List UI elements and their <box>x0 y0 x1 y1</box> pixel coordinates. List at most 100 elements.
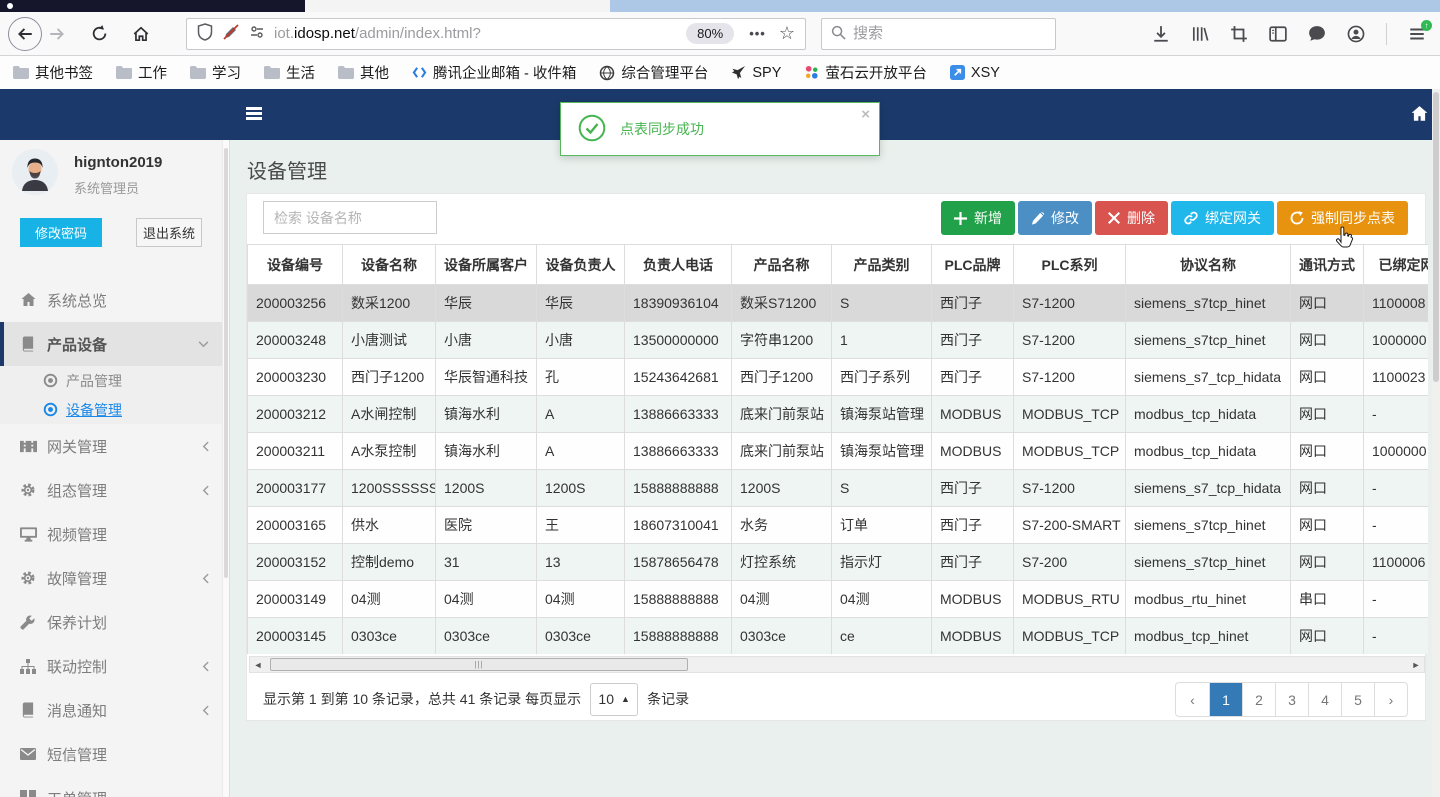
table-row[interactable]: 200003212 A水闸控制 镇海水利 A 13886663333 底来门前泵站 镇海泵站… <box>247 395 1428 433</box>
sidebar-item[interactable]: 组态管理 <box>0 468 229 512</box>
bind-gateway-button[interactable]: 绑定网关 <box>1171 201 1274 235</box>
sidebar-item[interactable]: 视频管理 <box>0 512 229 556</box>
sidebar-subitem[interactable]: 产品管理 <box>0 366 229 395</box>
add-button[interactable]: 新增 <box>941 201 1015 235</box>
shield-icon[interactable] <box>197 23 213 44</box>
sidebar-item[interactable]: 消息通知 <box>0 688 229 732</box>
zoom-badge[interactable]: 80% <box>686 23 735 44</box>
bookmark-label: 腾讯企业邮箱 - 收件箱 <box>433 66 577 82</box>
permissions-icon[interactable] <box>249 25 265 42</box>
screenshot-icon[interactable] <box>1230 25 1248 43</box>
table-row[interactable]: 200003149 04测 04测 04测 15888888888 04测 04测 MODBU… <box>247 580 1428 618</box>
page-button[interactable]: 1 <box>1209 683 1242 716</box>
scroll-right-icon[interactable]: ► <box>1408 657 1424 672</box>
bookmark-item[interactable]: XSY <box>949 65 1000 81</box>
library-icon[interactable] <box>1191 25 1209 43</box>
table-cell: 15878656478 <box>624 543 732 581</box>
download-icon[interactable] <box>1152 25 1170 43</box>
sidebar-subitem[interactable]: 设备管理 <box>0 395 229 424</box>
sidebar-item[interactable]: 网关管理 <box>0 424 229 468</box>
sidebar-item[interactable]: 故障管理 <box>0 556 229 600</box>
table-cell: A水闸控制 <box>342 395 436 433</box>
table-cell: 镇海水利 <box>435 432 537 470</box>
sidebar-item[interactable]: 联动控制 <box>0 644 229 688</box>
account-icon[interactable] <box>1347 25 1365 43</box>
sidebar-scrollbar[interactable] <box>222 140 229 797</box>
logout-button[interactable]: 退出系统 <box>136 218 202 247</box>
sidebar-item[interactable]: 保养计划 <box>0 600 229 644</box>
table-cell: 订单 <box>831 506 932 544</box>
page-button[interactable]: 3 <box>1275 683 1308 716</box>
vertical-scrollbar[interactable] <box>1432 89 1440 797</box>
table-row[interactable]: 200003248 小唐测试 小唐 小唐 13500000000 字符串1200 1 西门子 S… <box>247 321 1428 359</box>
page-size-select[interactable]: 10 ▲ <box>590 682 639 716</box>
page-actions-icon[interactable]: ••• <box>749 26 766 41</box>
table-cell: 网口 <box>1290 284 1364 322</box>
reload-icon[interactable] <box>84 19 114 49</box>
prev-page-button[interactable]: ‹ <box>1176 683 1209 716</box>
bookmark-item[interactable]: 综合管理平台 <box>599 62 708 83</box>
column-header: 协议名称 <box>1125 244 1291 285</box>
bookmark-star-icon[interactable]: ☆ <box>779 23 795 44</box>
table-cell: 04测 <box>831 580 932 618</box>
home-icon[interactable] <box>126 19 156 49</box>
pen-blocked-icon[interactable] <box>222 24 240 43</box>
sidebar-toggle-icon[interactable] <box>246 107 262 122</box>
app-home-icon[interactable] <box>1410 105 1429 126</box>
table-cell: 西门子1200 <box>731 358 832 396</box>
toast-close-icon[interactable]: × <box>861 106 870 123</box>
table-cell: 1000000 <box>1363 321 1428 359</box>
browser-search-input[interactable] <box>853 25 1033 42</box>
bookmark-item[interactable]: 其他书签 <box>13 62 93 83</box>
sidebar-item[interactable]: 产品设备 <box>0 322 229 366</box>
table-cell: 底来门前泵站 <box>731 395 832 433</box>
bookmark-item[interactable]: 工作 <box>116 62 167 83</box>
bookmark-item[interactable]: SPY <box>731 65 781 81</box>
change-password-button[interactable]: 修改密码 <box>20 218 102 247</box>
table-row[interactable]: 200003230 西门子1200 华辰智通科技孔 15243642681 西门子120… <box>247 358 1428 396</box>
page-button[interactable]: 2 <box>1242 683 1275 716</box>
page-button[interactable]: 4 <box>1308 683 1341 716</box>
table-cell: 网口 <box>1290 432 1364 470</box>
table-row[interactable]: 200003177 1200SSSSSS 1200S 1200S 15888888888… <box>247 469 1428 507</box>
sidebar-item[interactable]: 系统总览 <box>0 278 229 322</box>
table-cell: S7-1200 <box>1013 469 1126 507</box>
sidebars-icon[interactable] <box>1269 25 1287 43</box>
scrollbar-thumb[interactable] <box>224 148 228 578</box>
bookmark-item[interactable]: 其他 <box>338 62 389 83</box>
chat-icon[interactable] <box>1308 25 1326 43</box>
url-bar[interactable]: iot.idosp.net/admin/index.html? 80% ••• … <box>186 17 806 50</box>
browser-toolbar: iot.idosp.net/admin/index.html? 80% ••• … <box>0 12 1440 56</box>
table-cell: siemens_s7tcp_hinet <box>1125 284 1291 322</box>
table-row[interactable]: 200003211 A水泵控制 镇海水利 A 13886663333 底来门前泵站 镇海泵站… <box>247 432 1428 470</box>
url-text[interactable]: iot.idosp.net/admin/index.html? <box>274 25 481 42</box>
browser-search[interactable] <box>821 17 1056 50</box>
menu-icon[interactable]: ↑ <box>1408 19 1432 43</box>
delete-button[interactable]: 删除 <box>1095 201 1168 235</box>
table-row[interactable]: 200003145 0303ce 0303ce 0303ce 15888888888 03… <box>247 617 1428 654</box>
sidebar-item[interactable]: 短信管理 <box>0 732 229 776</box>
forward-icon[interactable] <box>42 19 72 49</box>
page-button[interactable]: 5 <box>1341 683 1374 716</box>
next-page-button[interactable]: › <box>1374 683 1407 716</box>
table-row[interactable]: 200003256 数采1200 华辰 华辰 18390936104 数采S71200 S 西… <box>247 284 1428 322</box>
sidebar-item[interactable]: 工单管理 <box>0 776 229 797</box>
bookmark-item[interactable]: 生活 <box>264 62 315 83</box>
device-table: 设备编号 设备名称 设备所属客户 设备负责人 负责人电话 产品名称 产品类别 PLC品牌 PLC… <box>247 244 1428 654</box>
scrollbar-thumb[interactable]: ||| <box>270 658 688 671</box>
back-icon[interactable] <box>8 16 42 51</box>
bookmark-label: 其他书签 <box>35 66 93 82</box>
table-row[interactable]: 200003165 供水 医院王 18607310041 水务 订单 西门子 S7-200-S… <box>247 506 1428 544</box>
force-sync-button[interactable]: 强制同步点表 <box>1277 201 1408 235</box>
table-cell: 0303ce <box>435 617 537 654</box>
bookmark-item[interactable]: 萤石云开放平台 <box>804 62 927 83</box>
horizontal-scrollbar[interactable]: ◄ ||| ► <box>249 656 1425 673</box>
device-search-input[interactable] <box>263 201 437 234</box>
bookmark-item[interactable]: 腾讯企业邮箱 - 收件箱 <box>412 62 576 83</box>
browser-active-tab[interactable] <box>305 0 610 12</box>
edit-button[interactable]: 修改 <box>1018 201 1092 235</box>
scroll-left-icon[interactable]: ◄ <box>250 657 266 672</box>
bookmark-item[interactable]: 学习 <box>190 62 241 83</box>
table-row[interactable]: 200003152 控制demo 31 13 15878656478 灯控系统 指示灯 西门子… <box>247 543 1428 581</box>
scrollbar-thumb[interactable] <box>1433 92 1439 382</box>
